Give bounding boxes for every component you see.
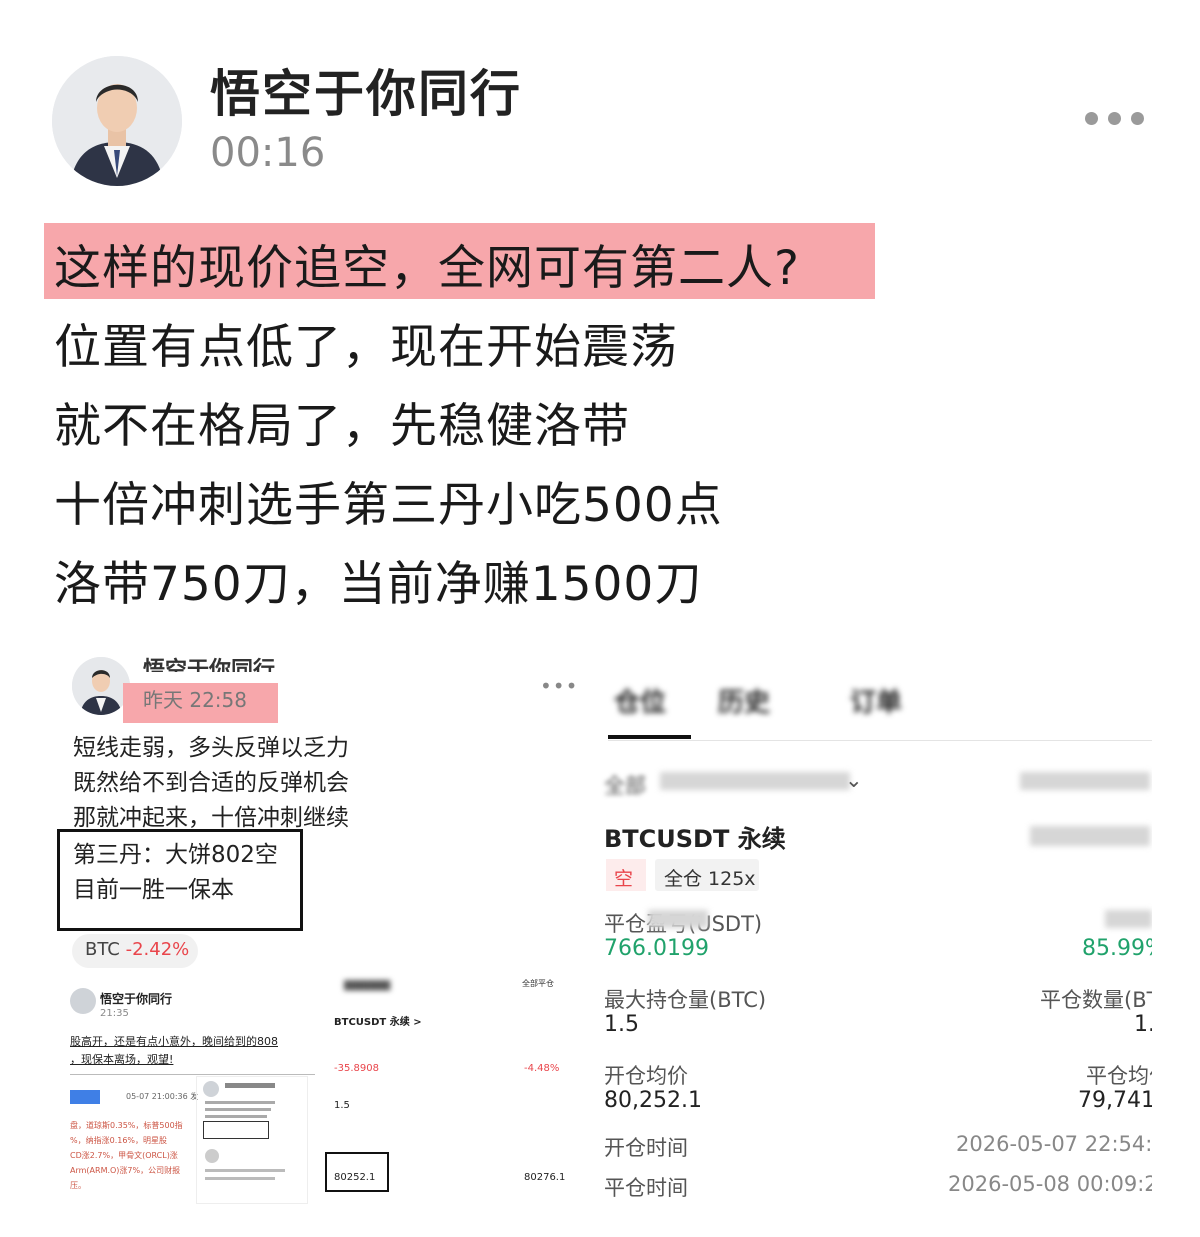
author-avatar[interactable] — [52, 56, 182, 186]
open-avg-value: 80,252.1 — [604, 1088, 702, 1113]
nested-entry: 80252.1 — [334, 1172, 376, 1183]
quoted-more-icon: ••• — [540, 674, 579, 698]
position-image[interactable]: 仓位 历史 订单 全部 ⌄ BTCUSDT 永续 空 全仓 125x 平仓盈亏(… — [600, 650, 1152, 1210]
tab-history[interactable]: 历史 — [718, 682, 770, 719]
label-pnl-blur — [648, 910, 708, 928]
nested-thumbnail — [196, 1076, 308, 1204]
nested-symbol: BTCUSDT 永续 > — [334, 1017, 422, 1028]
max-qty-value: 1.5 — [604, 1012, 639, 1037]
label-max-qty: 最大持仓量(BTC) — [604, 988, 767, 1012]
tabs-divider — [608, 740, 1152, 741]
post-line-4: 十倍冲刺选手第三丹小吃500点 — [54, 478, 723, 533]
quoted-avatar — [72, 657, 130, 715]
post-time: 00:16 — [210, 130, 326, 176]
pnl-value: 766.0199 — [604, 936, 709, 961]
nested-time: 21:35 — [100, 1008, 129, 1019]
label-close-qty: 平仓数量(BTC) — [1040, 988, 1152, 1012]
nested-divider — [70, 1074, 315, 1075]
label-open-avg: 开仓均价 — [604, 1064, 688, 1088]
tab-positions[interactable]: 仓位 — [614, 682, 666, 719]
close-avg-value: 79,741.4 — [1078, 1088, 1152, 1113]
nested-avatar — [70, 988, 96, 1014]
nested-news-1: 盘，道琼斯0.35%，标普500指 — [70, 1121, 183, 1130]
quoted-box-line-2: 目前一胜一保本 — [73, 877, 234, 903]
filter-right-blur — [1020, 772, 1150, 790]
label-close-avg: 平仓均价 — [1086, 1064, 1152, 1088]
more-options-icon[interactable] — [1085, 112, 1147, 132]
position-symbol: BTCUSDT 永续 — [604, 825, 786, 853]
post-line-3: 就不在格局了，先稳健洛带 — [54, 399, 630, 454]
nested-close-all: 全部平仓 — [522, 979, 554, 988]
nested-line-2: ，现保本离场，观望! — [70, 1053, 174, 1066]
post-line-1: 这样的现价追空，全网可有第二人? — [54, 241, 800, 296]
nested-close-price: 80276.1 — [524, 1172, 566, 1183]
author-name[interactable]: 悟空于你同行 — [210, 54, 522, 126]
post-line-2: 位置有点低了，现在开始震荡 — [54, 320, 678, 375]
filter-all[interactable]: 全部 — [604, 770, 646, 800]
nested-pnl-pct: -4.48% — [524, 1063, 560, 1074]
open-time-value: 2026-05-07 22:54:15 — [956, 1132, 1152, 1156]
nested-date: 05-07 21:00:36 发 — [126, 1092, 199, 1101]
quoted-author: 悟空于你同行 — [143, 658, 276, 672]
ticker-chip-text: BTC -2.42% — [85, 939, 190, 960]
filter-blur — [660, 772, 850, 790]
quoted-line-2: 既然给不到合适的反弹机会 — [73, 770, 349, 796]
label-open-time: 开仓时间 — [604, 1136, 688, 1160]
nested-news-2: %，纳指涨0.16%，明星股 — [70, 1136, 168, 1145]
leverage-text: 全仓 125x — [664, 868, 756, 890]
nested-badge — [70, 1090, 100, 1104]
pnl-percent: 85.99% — [1082, 936, 1152, 961]
nested-news-5: 压。 — [70, 1181, 86, 1190]
quoted-line-1: 短线走弱，多头反弹以乏力 — [73, 735, 349, 761]
nested-author: 悟空于你同行 — [100, 992, 173, 1006]
nested-news-4: Arm(ARM.O)涨7%，公司财报 — [70, 1166, 181, 1175]
close-time-value: 2026-05-08 00:09:27 — [948, 1172, 1152, 1196]
nested-tabs-blur: ▇▇▇▇▇▇ — [344, 980, 391, 991]
quoted-box-line-1: 第三丹：大饼802空 — [73, 842, 278, 868]
active-tab-underline — [608, 735, 691, 739]
nested-news-3: CD涨2.7%，甲骨文(ORCL)涨 — [70, 1151, 178, 1160]
label-close-time: 平仓时间 — [604, 1176, 688, 1200]
nested-pnl: -35.8908 — [334, 1063, 379, 1074]
post-line-5: 洛带750刀，当前净赚1500刀 — [54, 557, 703, 612]
filter-chevron-icon[interactable]: ⌄ — [845, 768, 863, 792]
nested-line-1: 股高开，还是有点小意外，晚间给到的808 — [70, 1035, 278, 1048]
quoted-time: 昨天 22:58 — [143, 688, 247, 712]
tab-orders[interactable]: 订单 — [850, 682, 902, 719]
label-pct-blur — [1105, 910, 1152, 928]
side-text: 空 — [614, 868, 634, 890]
nested-qty: 1.5 — [334, 1100, 350, 1111]
share-blur — [1030, 826, 1150, 846]
quoted-line-3: 那就冲起来，十倍冲刺继续 — [73, 805, 349, 831]
close-qty-value: 1.5 — [1134, 1012, 1152, 1037]
